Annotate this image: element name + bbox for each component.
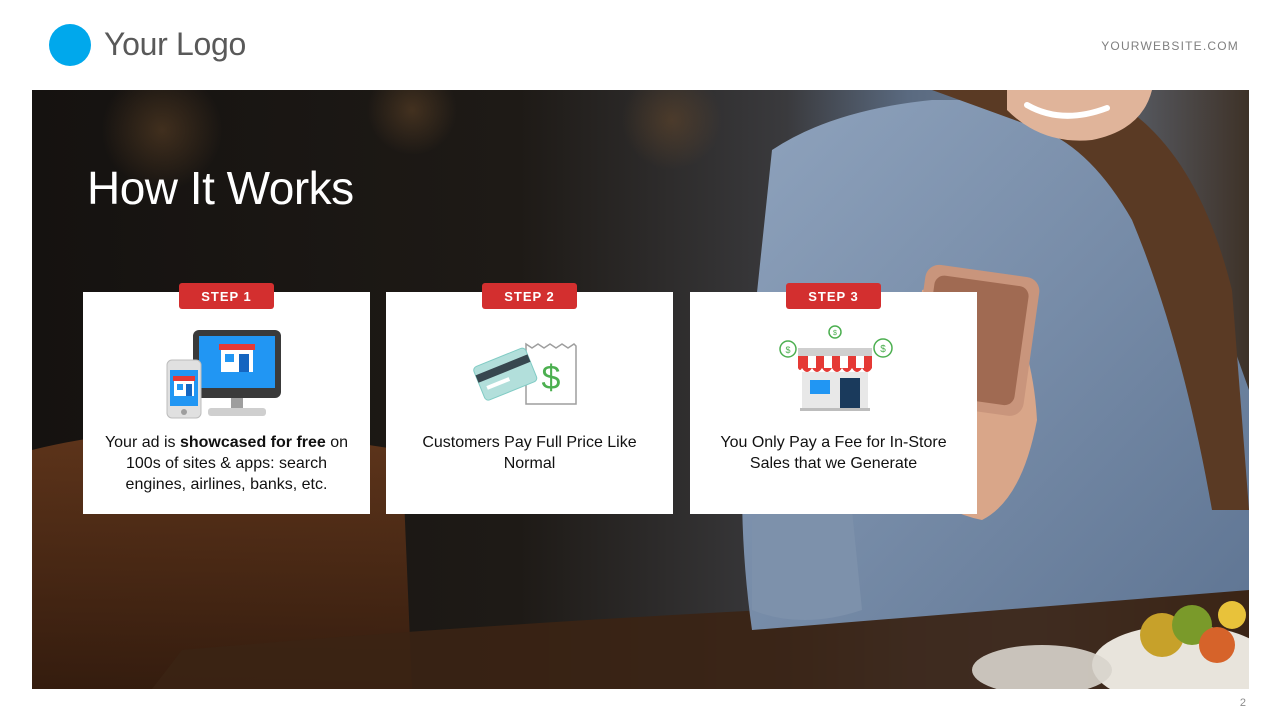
svg-text:$: $: [785, 345, 790, 355]
step-2-badge: STEP 2: [482, 283, 577, 309]
logo-circle-icon: [49, 24, 91, 66]
step-1-card: Your ad is showcased for free on 100s of…: [83, 292, 370, 514]
card-receipt-icon: $: [386, 292, 673, 427]
svg-text:$: $: [880, 344, 886, 355]
website-url: YOURWEBSITE.COM: [1101, 39, 1239, 53]
header: Your Logo YOURWEBSITE.COM: [0, 0, 1280, 90]
slide-title: How It Works: [87, 162, 354, 214]
logo-text: Your Logo: [104, 26, 247, 62]
storefront-money-icon: $ $ $: [690, 292, 977, 427]
svg-text:$: $: [542, 359, 561, 397]
page-number: 2: [1239, 697, 1246, 709]
step-3-card: $ $ $ You Only Pay a Fee for In-Store Sa…: [690, 292, 977, 514]
step-3-badge: STEP 3: [786, 283, 881, 309]
step-3-description: You Only Pay a Fee for In-Store Sales th…: [720, 434, 947, 472]
devices-store-icon: [83, 292, 370, 427]
step-1-badge: STEP 1: [179, 283, 274, 309]
step-1-description: Your ad is showcased for free on 100s of…: [104, 434, 349, 493]
step-2-description: Customers Pay Full Price Like Normal: [422, 434, 637, 472]
step-2-card: $ Customers Pay Full Price Like Normal: [386, 292, 673, 514]
svg-text:$: $: [833, 330, 837, 337]
